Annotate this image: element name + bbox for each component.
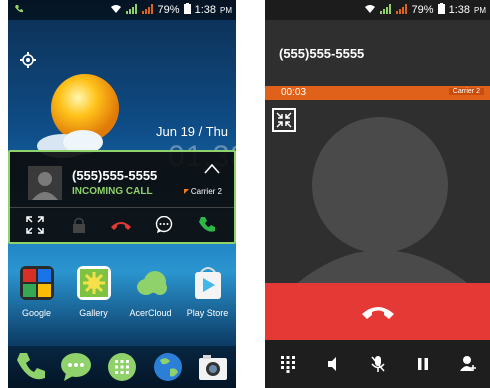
caller-number: (555)555-5555: [72, 168, 158, 183]
dialpad-icon[interactable]: [279, 355, 297, 373]
end-call-icon: [361, 306, 394, 319]
date-label: Jun 19 / Thu: [156, 124, 229, 139]
signal-icon: [125, 3, 138, 17]
hold-icon[interactable]: [414, 355, 432, 373]
messaging-icon[interactable]: [60, 351, 92, 383]
avatar: [28, 166, 62, 200]
status-time: 1:38: [194, 4, 216, 16]
carrier-label: Carrier 2: [448, 88, 484, 95]
battery-icon: [183, 3, 191, 17]
app-row: Google Gallery AcerCloud Play Store: [8, 266, 236, 318]
home-screen: 79% 1:38 PM Jun 19 / Thu 01:38 (555)555-…: [8, 0, 236, 388]
message-icon[interactable]: [153, 214, 175, 236]
status-ampm: PM: [220, 5, 232, 15]
play-store-icon: [194, 267, 221, 299]
app-label: Play Store: [186, 308, 229, 318]
status-ampm: PM: [474, 5, 486, 15]
app-gallery[interactable]: Gallery: [68, 266, 120, 318]
app-play-store[interactable]: Play Store: [182, 266, 234, 318]
phone-icon: [8, 4, 24, 17]
browser-globe-icon[interactable]: [152, 351, 184, 383]
minimize-icon: [276, 112, 292, 128]
call-info-bar: 00:03 Carrier 2: [265, 86, 490, 100]
minimize-button[interactable]: [272, 108, 296, 132]
mute-microphone-icon[interactable]: [369, 355, 387, 373]
lock-icon[interactable]: [68, 214, 90, 236]
signal-icon-2: [141, 3, 154, 17]
battery-percent: 79%: [411, 4, 434, 16]
battery-icon: [437, 3, 445, 17]
app-label: Google: [21, 308, 52, 318]
app-label: AcerCloud: [129, 308, 172, 318]
divider: [10, 207, 234, 208]
phone-dock-icon[interactable]: [15, 351, 47, 383]
signal-icon: [379, 3, 392, 17]
status-time: 1:38: [448, 4, 470, 16]
app-label: Gallery: [79, 308, 108, 318]
wifi-icon: [364, 4, 376, 17]
incoming-call-card[interactable]: (555)555-5555 INCOMING CALL Carrier 2: [8, 150, 236, 244]
app-google[interactable]: Google: [11, 266, 63, 318]
call-screen: 79% 1:38 PM (555)555-5555 00:03 Carrier …: [265, 0, 490, 388]
app-drawer-icon[interactable]: [106, 351, 138, 383]
answer-call-icon[interactable]: [196, 214, 218, 236]
status-bar: 79% 1:38 PM: [265, 0, 490, 20]
caller-avatar: [295, 117, 470, 285]
incoming-call-label: INCOMING CALL: [72, 186, 153, 197]
end-call-icon[interactable]: [110, 214, 132, 236]
gear-icon[interactable]: [20, 52, 36, 68]
weather-sun-icon: [37, 74, 119, 158]
cloud-icon: [136, 271, 167, 295]
add-call-icon[interactable]: [459, 355, 477, 373]
signal-icon-2: [395, 3, 408, 17]
call-timer: 00:03: [281, 87, 307, 98]
google-folder-icon: [19, 266, 54, 300]
app-acercloud[interactable]: AcerCloud: [125, 266, 177, 318]
battery-percent: 79%: [157, 4, 180, 16]
wifi-icon: [110, 4, 122, 17]
chevron-up-icon[interactable]: [204, 162, 220, 174]
speaker-icon[interactable]: [324, 355, 342, 373]
end-call-button[interactable]: [265, 283, 490, 340]
status-bar: 79% 1:38 PM: [8, 0, 236, 20]
expand-icon[interactable]: [24, 214, 46, 236]
caller-number: (555)555-5555: [279, 46, 365, 61]
dock: [8, 346, 236, 388]
call-controls: [265, 340, 490, 388]
camera-icon[interactable]: [197, 351, 229, 383]
gallery-icon: [76, 266, 111, 300]
carrier-label: Carrier 2: [183, 187, 222, 196]
